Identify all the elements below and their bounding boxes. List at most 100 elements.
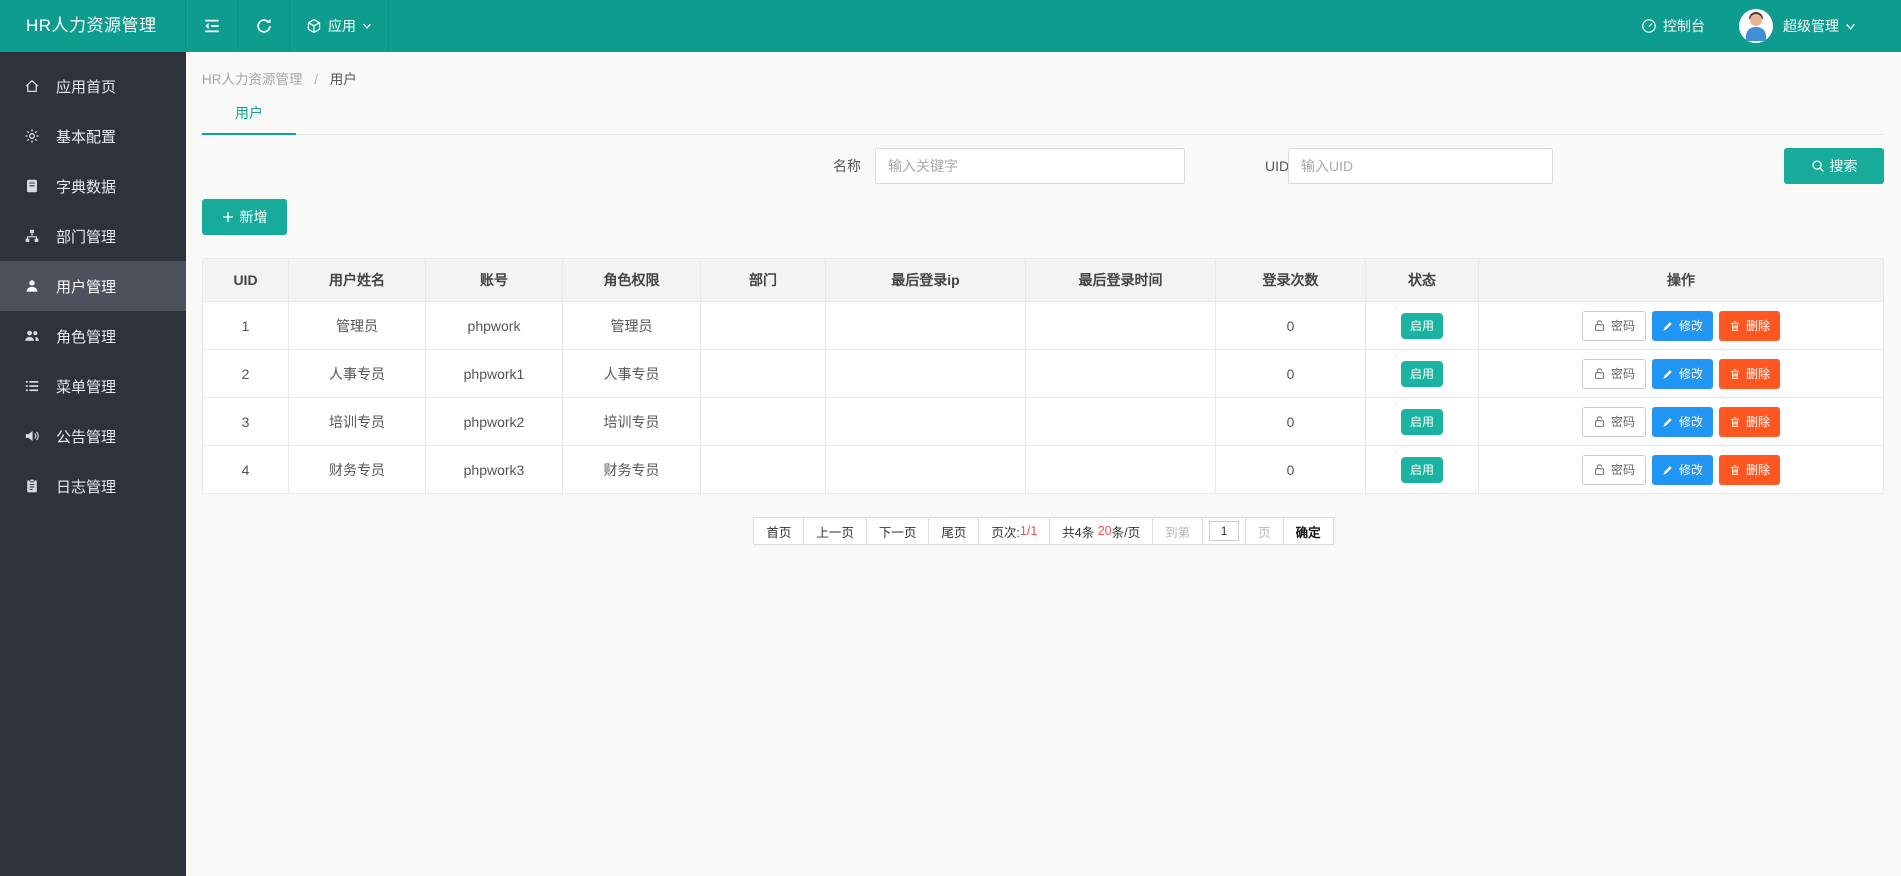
cell-login-count: 0 bbox=[1216, 350, 1366, 398]
topbar: HR人力资源管理 应用 控制台 超级管理 bbox=[0, 0, 1901, 52]
cell-name: 管理员 bbox=[289, 302, 426, 350]
page-first[interactable]: 首页 bbox=[754, 518, 804, 544]
cell-name: 财务专员 bbox=[289, 446, 426, 494]
cell-last-time bbox=[1026, 350, 1216, 398]
cell-name: 培训专员 bbox=[289, 398, 426, 446]
cell-actions: 密码 修改 删除 bbox=[1479, 398, 1884, 446]
cell-status: 启用 bbox=[1366, 398, 1479, 446]
cell-last-ip bbox=[826, 350, 1026, 398]
delete-button[interactable]: 删除 bbox=[1719, 407, 1780, 437]
password-button[interactable]: 密码 bbox=[1582, 311, 1646, 341]
cell-uid: 4 bbox=[203, 446, 289, 494]
sidebar-item-logs[interactable]: 日志管理 bbox=[0, 461, 186, 511]
goto-page-input[interactable] bbox=[1209, 521, 1239, 541]
uid-input[interactable] bbox=[1288, 148, 1553, 184]
cell-actions: 密码 修改 删除 bbox=[1479, 350, 1884, 398]
sidebar-item-config[interactable]: 基本配置 bbox=[0, 111, 186, 161]
gear-icon bbox=[24, 128, 40, 144]
breadcrumb-parent[interactable]: HR人力资源管理 bbox=[202, 72, 303, 87]
col-last-time: 最后登录时间 bbox=[1026, 259, 1216, 302]
chevron-down-icon bbox=[362, 21, 372, 31]
page-info: 页次:1/1 bbox=[979, 518, 1050, 544]
home-icon bbox=[24, 78, 40, 94]
book-icon bbox=[24, 178, 40, 194]
edit-button[interactable]: 修改 bbox=[1652, 455, 1713, 485]
page-last[interactable]: 尾页 bbox=[929, 518, 979, 544]
cell-dept bbox=[701, 302, 826, 350]
edit-button[interactable]: 修改 bbox=[1652, 407, 1713, 437]
table-row: 4 财务专员 phpwork3 财务专员 0 启用 密码 修改 bbox=[203, 446, 1884, 494]
name-field-label: 名称 bbox=[833, 148, 861, 184]
table-row: 1 管理员 phpwork 管理员 0 启用 密码 修改 bbox=[203, 302, 1884, 350]
delete-button[interactable]: 删除 bbox=[1719, 359, 1780, 389]
console-link[interactable]: 控制台 bbox=[1641, 16, 1705, 36]
status-badge[interactable]: 启用 bbox=[1401, 313, 1443, 339]
pencil-icon bbox=[1662, 368, 1674, 380]
edit-button[interactable]: 修改 bbox=[1652, 311, 1713, 341]
cell-last-time bbox=[1026, 446, 1216, 494]
search-button-label: 搜索 bbox=[1830, 156, 1858, 176]
page-total: 共4条 20条/页 bbox=[1050, 518, 1153, 544]
tab-users[interactable]: 用户 bbox=[202, 100, 296, 135]
status-badge[interactable]: 启用 bbox=[1401, 457, 1443, 483]
clipboard-icon bbox=[24, 478, 40, 494]
cell-login-count: 0 bbox=[1216, 302, 1366, 350]
name-input[interactable] bbox=[875, 148, 1185, 184]
menu-fold-icon bbox=[203, 17, 221, 35]
sidebar-item-roles[interactable]: 角色管理 bbox=[0, 311, 186, 361]
col-uid: UID bbox=[203, 259, 289, 302]
breadcrumb-current: 用户 bbox=[330, 72, 357, 87]
sidebar-item-label: 应用首页 bbox=[56, 76, 116, 97]
cell-name: 人事专员 bbox=[289, 350, 426, 398]
collapse-menu-button[interactable] bbox=[186, 0, 238, 52]
sidebar-item-label: 字典数据 bbox=[56, 176, 116, 197]
cell-actions: 密码 修改 删除 bbox=[1479, 446, 1884, 494]
status-badge[interactable]: 启用 bbox=[1401, 361, 1443, 387]
cell-role: 管理员 bbox=[563, 302, 701, 350]
sidebar-item-users[interactable]: 用户管理 bbox=[0, 261, 186, 311]
uid-field-label: UID bbox=[1265, 148, 1289, 184]
sidebar-item-label: 部门管理 bbox=[56, 226, 116, 247]
cell-status: 启用 bbox=[1366, 446, 1479, 494]
password-button[interactable]: 密码 bbox=[1582, 455, 1646, 485]
sidebar-item-announcements[interactable]: 公告管理 bbox=[0, 411, 186, 461]
edit-button[interactable]: 修改 bbox=[1652, 359, 1713, 389]
topbar-right: 控制台 超级管理 bbox=[1641, 0, 1901, 52]
delete-button[interactable]: 删除 bbox=[1719, 455, 1780, 485]
pencil-icon bbox=[1662, 320, 1674, 332]
cell-login-count: 0 bbox=[1216, 446, 1366, 494]
sidebar-item-home[interactable]: 应用首页 bbox=[0, 61, 186, 111]
add-button[interactable]: 新增 bbox=[202, 199, 287, 235]
delete-button[interactable]: 删除 bbox=[1719, 311, 1780, 341]
search-button[interactable]: 搜索 bbox=[1784, 148, 1884, 184]
sidebar-item-department[interactable]: 部门管理 bbox=[0, 211, 186, 261]
refresh-icon bbox=[255, 17, 273, 35]
cell-account: phpwork bbox=[426, 302, 563, 350]
sidebar-item-menus[interactable]: 菜单管理 bbox=[0, 361, 186, 411]
page-next[interactable]: 下一页 bbox=[867, 518, 930, 544]
col-account: 账号 bbox=[426, 259, 563, 302]
search-form: 名称 UID 搜索 bbox=[202, 148, 1884, 184]
breadcrumb-separator: / bbox=[314, 72, 318, 87]
cell-login-count: 0 bbox=[1216, 398, 1366, 446]
tab-bar: 用户 bbox=[202, 100, 1884, 135]
user-menu[interactable]: 超级管理 bbox=[1783, 16, 1856, 36]
col-login-count: 登录次数 bbox=[1216, 259, 1366, 302]
avatar[interactable] bbox=[1739, 9, 1773, 43]
pencil-icon bbox=[1662, 464, 1674, 476]
goto-confirm-button[interactable]: 确定 bbox=[1284, 518, 1333, 544]
col-role: 角色权限 bbox=[563, 259, 701, 302]
col-status: 状态 bbox=[1366, 259, 1479, 302]
password-button[interactable]: 密码 bbox=[1582, 359, 1646, 389]
app-title: HR人力资源管理 bbox=[0, 0, 186, 52]
lock-icon bbox=[1593, 463, 1606, 476]
list-icon bbox=[24, 378, 40, 394]
page-prev[interactable]: 上一页 bbox=[804, 518, 867, 544]
refresh-button[interactable] bbox=[238, 0, 290, 52]
password-button[interactable]: 密码 bbox=[1582, 407, 1646, 437]
app-dropdown-label: 应用 bbox=[328, 16, 356, 36]
pencil-icon bbox=[1662, 416, 1674, 428]
app-dropdown[interactable]: 应用 bbox=[290, 0, 389, 52]
status-badge[interactable]: 启用 bbox=[1401, 409, 1443, 435]
sidebar-item-dictionary[interactable]: 字典数据 bbox=[0, 161, 186, 211]
